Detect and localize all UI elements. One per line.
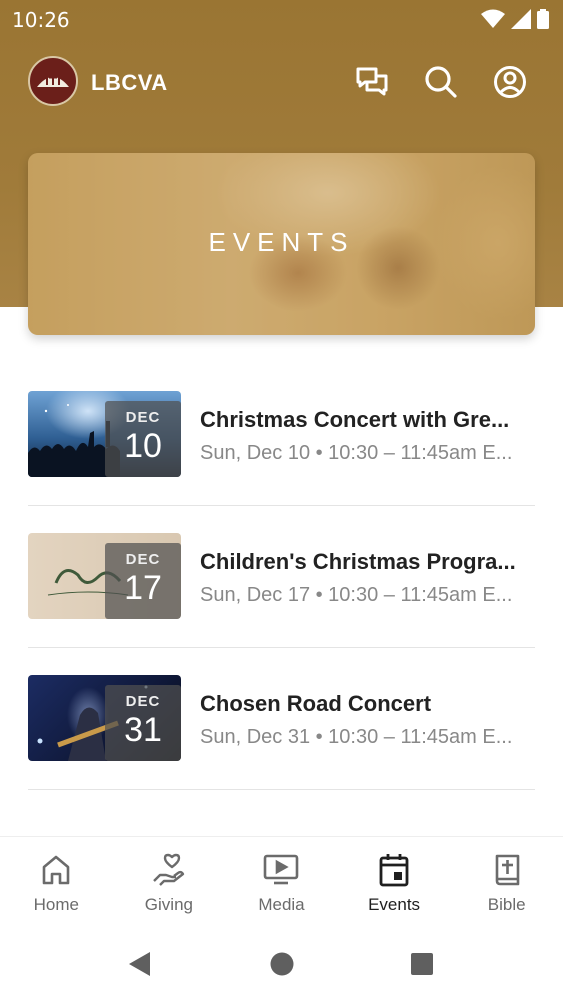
search-button[interactable] [421, 62, 461, 102]
nav-home-label: Home [33, 895, 79, 914]
events-list: DEC 10 Christmas Concert with Gre... Sun… [28, 364, 535, 790]
status-icons [481, 9, 549, 29]
event-item[interactable]: DEC 10 Christmas Concert with Gre... Sun… [28, 364, 535, 506]
event-day: 17 [124, 569, 162, 607]
event-month: DEC [125, 551, 161, 568]
giving-icon [153, 853, 185, 886]
events-banner: EVENTS [28, 153, 535, 335]
event-title: Christmas Concert with Gre... [200, 407, 510, 432]
event-thumbnail: DEC 10 [28, 391, 181, 477]
search-icon [425, 66, 457, 98]
event-thumbnail: DEC 31 [28, 675, 181, 761]
back-icon[interactable] [126, 950, 154, 978]
event-subtitle: Sun, Dec 17 • 10:30 – 11:45am E... [200, 584, 513, 606]
event-day: 10 [124, 427, 162, 465]
wifi-icon [481, 9, 505, 28]
profile-button[interactable] [490, 62, 530, 102]
media-icon [264, 854, 299, 885]
home-circle-icon[interactable] [268, 950, 296, 978]
calendar-icon [379, 854, 409, 887]
event-title: Children's Christmas Progra... [200, 549, 516, 574]
bottom-navigation: Home Giving Media Events Bible [0, 836, 563, 928]
nav-bible[interactable]: Bible [450, 837, 563, 928]
status-bar: 10:26 [0, 0, 563, 40]
account-icon [494, 66, 526, 98]
event-month: DEC [125, 693, 161, 710]
nav-home[interactable]: Home [0, 837, 113, 928]
system-navigation-bar [0, 928, 563, 1000]
church-logo[interactable] [28, 56, 78, 106]
app-bar: LBCVA [0, 52, 563, 112]
nav-bible-label: Bible [487, 895, 526, 914]
chat-icon [356, 67, 388, 96]
nav-events[interactable]: Events [338, 837, 451, 928]
banner-title: EVENTS [208, 227, 355, 257]
event-title: Chosen Road Concert [200, 691, 432, 716]
event-day: 31 [124, 711, 162, 749]
event-date-badge: DEC 31 [105, 685, 181, 761]
event-date-badge: DEC 17 [105, 543, 181, 619]
signal-icon [511, 9, 531, 29]
nav-giving-label: Giving [144, 895, 193, 914]
nav-media[interactable]: Media [225, 837, 338, 928]
messages-button[interactable] [352, 62, 392, 102]
event-date-badge: DEC 10 [105, 401, 181, 477]
nav-media-label: Media [258, 895, 305, 914]
church-logo-icon [37, 72, 69, 87]
event-month: DEC [125, 409, 161, 426]
app-title: LBCVA [91, 70, 168, 95]
event-subtitle: Sun, Dec 10 • 10:30 – 11:45am E... [200, 442, 513, 464]
event-item[interactable]: DEC 31 Chosen Road Concert Sun, Dec 31 •… [28, 648, 535, 790]
event-item[interactable]: DEC 17 Children's Christmas Progra... Su… [28, 506, 535, 648]
bible-icon [495, 854, 519, 886]
battery-icon [537, 9, 549, 29]
recents-icon[interactable] [408, 950, 436, 978]
status-time: 10:26 [12, 8, 70, 32]
nav-events-label: Events [368, 895, 421, 914]
home-icon [42, 855, 70, 885]
nav-giving[interactable]: Giving [113, 837, 226, 928]
event-subtitle: Sun, Dec 31 • 10:30 – 11:45am E... [200, 726, 513, 748]
event-thumbnail: DEC 17 [28, 533, 181, 619]
